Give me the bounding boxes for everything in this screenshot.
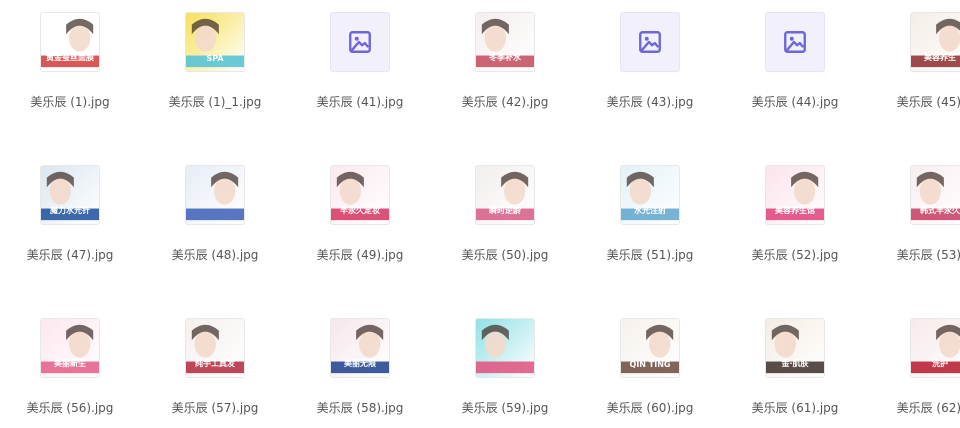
file-thumbnail[interactable]: 金·肌肤	[765, 318, 825, 378]
file-name[interactable]: 美乐辰 (43).jpg	[585, 92, 715, 112]
file-name[interactable]: 美乐辰 (47).jpg	[5, 245, 135, 265]
file-name[interactable]: 美乐辰 (58).jpg	[295, 398, 425, 418]
thumbnail-caption: 美丽新生	[54, 359, 86, 368]
file-thumbnail[interactable]: 美丽无限	[330, 318, 390, 378]
thumbnail-caption: 纯手工真发	[195, 359, 235, 368]
file-name[interactable]: 美乐辰 (51).jpg	[585, 245, 715, 265]
file-thumbnail[interactable]: 瞬时逆龄	[475, 165, 535, 225]
file-thumbnail[interactable]: 洗护	[910, 318, 960, 378]
thumbnail-caption: 美容养生馆	[775, 206, 815, 215]
file-name[interactable]: 美乐辰 (49).jpg	[295, 245, 425, 265]
thumbnail-caption: 金·肌肤	[781, 359, 809, 368]
file-thumbnail[interactable]: 美容养生馆	[765, 165, 825, 225]
file-grid: 黄金蚕丝面膜美乐辰 (1).jpg SPA 美乐辰 (1)_1.jpg 美乐辰 (41…	[0, 0, 960, 428]
file-name[interactable]: 美乐辰 (56).jpg	[5, 398, 135, 418]
thumbnail-caption: 黄金蚕丝面膜	[46, 53, 94, 62]
file-thumbnail[interactable]: QIN TING	[620, 318, 680, 378]
file-thumbnail[interactable]: 冬季补水	[475, 12, 535, 72]
file-thumbnail[interactable]: 纯手工真发	[185, 318, 245, 378]
file-name[interactable]: 美乐辰 (48).jpg	[150, 245, 280, 265]
file-name[interactable]: 美乐辰 (45).jpg	[875, 92, 960, 112]
file-thumbnail[interactable]	[330, 12, 390, 72]
file-name[interactable]: 美乐辰 (52).jpg	[730, 245, 860, 265]
file-thumbnail[interactable]: 韩式半永久	[910, 165, 960, 225]
thumbnail-caption: 瞬时逆龄	[489, 206, 521, 215]
file-thumbnail[interactable]: 水光注射	[620, 165, 680, 225]
file-name[interactable]: 美乐辰 (61).jpg	[730, 398, 860, 418]
thumbnail-caption: 魔力水光针	[50, 206, 90, 215]
file-thumbnail[interactable]: 魔力水光针	[40, 165, 100, 225]
thumbnail-caption: 半永久定妆	[340, 206, 380, 215]
file-name[interactable]: 美乐辰 (57).jpg	[150, 398, 280, 418]
file-name[interactable]: 美乐辰 (50).jpg	[440, 245, 570, 265]
file-thumbnail[interactable]: 黄金蚕丝面膜	[40, 12, 100, 72]
thumbnail-caption: 美丽无限	[344, 359, 376, 368]
thumbnail-caption: 美容养生	[924, 53, 956, 62]
file-name[interactable]: 美乐辰 (53).jpg	[875, 245, 960, 265]
file-thumbnail[interactable]: SPA	[185, 12, 245, 72]
thumbnail-caption: 韩式半永久	[920, 206, 960, 215]
image-icon	[639, 31, 661, 53]
thumbnail-image	[476, 319, 534, 377]
file-name[interactable]: 美乐辰 (1).jpg	[5, 92, 135, 112]
file-thumbnail[interactable]	[620, 12, 680, 72]
thumbnail-caption: 冬季补水	[489, 53, 521, 62]
file-thumbnail[interactable]: 半永久定妆	[330, 165, 390, 225]
file-thumbnail[interactable]	[185, 165, 245, 225]
thumbnail-caption: 水光注射	[634, 206, 666, 215]
file-name[interactable]: 美乐辰 (44).jpg	[730, 92, 860, 112]
image-icon	[784, 31, 806, 53]
thumbnail-caption: 洗护	[932, 359, 948, 368]
file-thumbnail[interactable]: 美容养生	[910, 12, 960, 72]
file-thumbnail[interactable]	[765, 12, 825, 72]
file-name[interactable]: 美乐辰 (60).jpg	[585, 398, 715, 418]
file-name[interactable]: 美乐辰 (62).jpg	[875, 398, 960, 418]
thumbnail-caption: QIN TING	[629, 360, 671, 369]
thumbnail-caption: SPA	[206, 54, 224, 63]
image-icon	[349, 31, 371, 53]
file-name[interactable]: 美乐辰 (1)_1.jpg	[150, 92, 280, 112]
file-name[interactable]: 美乐辰 (59).jpg	[440, 398, 570, 418]
file-thumbnail[interactable]	[475, 318, 535, 378]
file-name[interactable]: 美乐辰 (42).jpg	[440, 92, 570, 112]
file-thumbnail[interactable]: 美丽新生	[40, 318, 100, 378]
thumbnail-image	[186, 166, 244, 224]
file-name[interactable]: 美乐辰 (41).jpg	[295, 92, 425, 112]
